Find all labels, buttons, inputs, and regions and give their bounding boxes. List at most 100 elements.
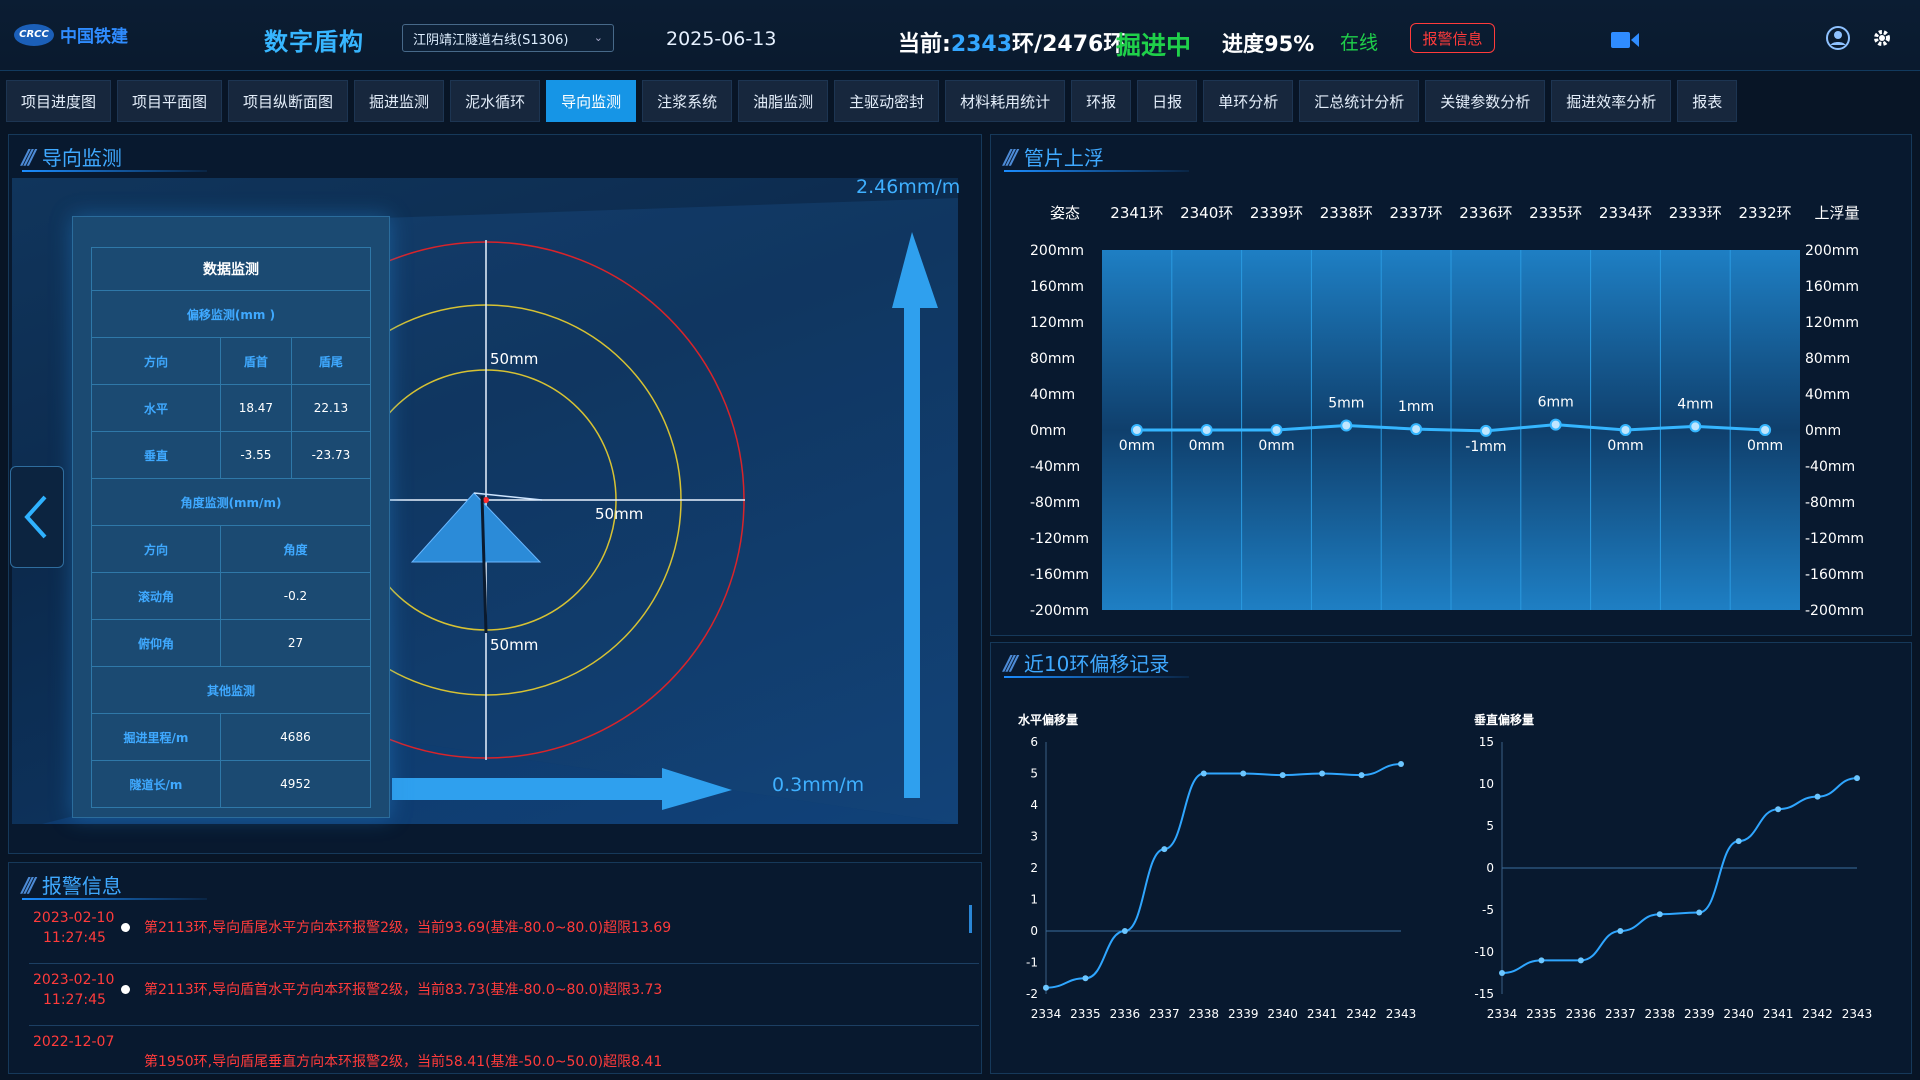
x-tick-label: 2342 xyxy=(1802,1007,1833,1021)
y-tick-label-left: 80mm xyxy=(1030,351,1075,367)
float-data-label: 0mm xyxy=(1258,438,1294,454)
app-title: 数字盾构 xyxy=(264,28,364,56)
x-tick-label: 2337 xyxy=(1149,1007,1180,1021)
y-tick-label: 6 xyxy=(1030,735,1038,749)
project-select[interactable]: 江阴靖江隧道右线(S1306) ⌄ xyxy=(402,24,614,52)
float-data-point xyxy=(1200,424,1213,436)
current-ring: 2343 xyxy=(950,32,1013,57)
y-tick-label: 5 xyxy=(1030,767,1038,781)
tab-item[interactable]: 关键参数分析 xyxy=(1425,80,1546,122)
video-camera-icon[interactable] xyxy=(1610,30,1640,50)
tab-item[interactable]: 汇总统计分析 xyxy=(1299,80,1420,122)
ring-label-right: 50mm xyxy=(595,505,644,523)
tab-item[interactable]: 泥水循环 xyxy=(450,80,541,122)
y-tick-label-left: 160mm xyxy=(1030,279,1084,295)
title-underline xyxy=(22,170,207,172)
y-tick-label-right: 0mm xyxy=(1805,423,1841,439)
tunnel-length-label: 隧道长/m xyxy=(91,760,221,808)
y-tick-label: 4 xyxy=(1030,798,1038,812)
alarm-scrollbar[interactable] xyxy=(969,905,972,933)
title-decoration-icon: /// xyxy=(1004,650,1018,675)
y-tick-label: 2 xyxy=(1030,861,1038,875)
ring-header-label: 2340环 xyxy=(1180,204,1233,222)
tab-item[interactable]: 掘进监测 xyxy=(354,80,445,122)
tab-item[interactable]: 项目纵断面图 xyxy=(228,80,349,122)
progress-text: 进度95% xyxy=(1222,32,1315,56)
title-underline xyxy=(1004,170,1189,172)
tab-item[interactable]: 导向监测 xyxy=(546,80,637,122)
col-shield-tail: 盾尾 xyxy=(290,337,372,385)
gear-icon[interactable] xyxy=(1872,28,1892,48)
float-data-point xyxy=(1759,424,1772,436)
x-tick-label: 2341 xyxy=(1763,1007,1794,1021)
float-data-label: 0mm xyxy=(1189,438,1225,454)
alarm-item[interactable]: 2023-02-10 11:27:45 第2113环,导向盾首水平方向本环报警2… xyxy=(29,971,981,1021)
roll-angle-value: -0.2 xyxy=(219,572,372,620)
offset-panel-title: 近10环偏移记录 xyxy=(1023,652,1170,676)
horizontal-head-value: 18.47 xyxy=(219,384,292,432)
y-tick-label-right: -40mm xyxy=(1805,459,1855,475)
x-tick-label: 2342 xyxy=(1346,1007,1377,1021)
ring-status: 当前:2343环/2476环 xyxy=(898,26,1125,58)
alarm-info-button[interactable]: 报警信息 xyxy=(1410,23,1495,53)
tab-item[interactable]: 主驱动密封 xyxy=(834,80,940,122)
vertical-head-value: -3.55 xyxy=(219,431,292,479)
title-underline xyxy=(22,898,207,900)
x-tick-label: 2337 xyxy=(1605,1007,1636,1021)
y-tick-label-left: -80mm xyxy=(1030,495,1080,511)
alarm-item[interactable]: 2022-12-07 第1950环,导向盾尾垂直方向本环报警2级，当前58.41… xyxy=(29,1033,981,1073)
float-data-label: 1mm xyxy=(1398,399,1434,415)
tab-item[interactable]: 报表 xyxy=(1677,80,1738,122)
y-tick-label: -1 xyxy=(1026,956,1038,970)
offset-series-line xyxy=(1045,763,1402,989)
offset-series-line xyxy=(1501,777,1858,974)
x-tick-label: 2340 xyxy=(1267,1007,1298,1021)
header-float: 上浮量 xyxy=(1814,204,1859,222)
tab-item[interactable]: 单环分析 xyxy=(1203,80,1294,122)
y-tick-label: -10 xyxy=(1474,945,1494,959)
collapse-left-button[interactable] xyxy=(10,466,64,568)
ring-header-label: 2333环 xyxy=(1669,204,1722,222)
y-tick-label-right: -80mm xyxy=(1805,495,1855,511)
title-decoration-icon: /// xyxy=(22,872,36,897)
offset-data-point xyxy=(1043,984,1049,991)
tab-item[interactable]: 环报 xyxy=(1071,80,1132,122)
tab-item[interactable]: 掘进效率分析 xyxy=(1551,80,1672,122)
y-tick-label-right: 40mm xyxy=(1805,387,1850,403)
company-name: 中国铁建 xyxy=(60,27,128,47)
offset-data-point xyxy=(1082,975,1089,982)
guide-panel-header: /// 导向监测 xyxy=(22,142,207,172)
mileage-value: 4686 xyxy=(219,713,372,761)
tab-item[interactable]: 油脂监测 xyxy=(738,80,829,122)
tab-item[interactable]: 注浆系统 xyxy=(642,80,733,122)
x-tick-label: 2339 xyxy=(1684,1007,1715,1021)
top-header: CRCC 中国铁建 数字盾构 江阴靖江隧道右线(S1306) ⌄ 2025-06… xyxy=(0,0,1920,71)
user-avatar-icon[interactable] xyxy=(1826,26,1850,50)
tab-item[interactable]: 材料耗用统计 xyxy=(945,80,1066,122)
float-panel-title: 管片上浮 xyxy=(1023,146,1104,170)
ring-header-label: 2341环 xyxy=(1110,204,1163,222)
y-tick-label-left: -40mm xyxy=(1030,459,1080,475)
horizontal-tail-value: 22.13 xyxy=(290,384,372,432)
y-tick-label: -5 xyxy=(1482,903,1494,917)
tab-item[interactable]: 日报 xyxy=(1137,80,1198,122)
ring-label-bottom: 50mm xyxy=(490,636,539,654)
roll-angle-label: 滚动角 xyxy=(91,572,221,620)
y-tick-label-left: 0mm xyxy=(1030,423,1066,439)
x-tick-label: 2338 xyxy=(1645,1007,1676,1021)
tab-item[interactable]: 项目进度图 xyxy=(6,80,112,122)
alarm-item[interactable]: 2023-02-10 11:27:45 第2113环,导向盾尾水平方向本环报警2… xyxy=(29,909,981,959)
alarm-panel: 2023-02-10 11:27:45 第2113环,导向盾尾水平方向本环报警2… xyxy=(8,862,982,1074)
nav-tabs: 项目进度图 项目平面图 项目纵断面图 掘进监测 泥水循环 导向监测 注浆系统 油脂监测 主驱动密… xyxy=(6,80,1738,122)
float-panel-header: /// 管片上浮 xyxy=(1004,142,1189,172)
y-tick-label: 0 xyxy=(1486,861,1494,875)
tab-item[interactable]: 项目平面图 xyxy=(117,80,223,122)
x-tick-label: 2338 xyxy=(1189,1007,1220,1021)
x-tick-label: 2339 xyxy=(1228,1007,1259,1021)
angle-section-label: 角度监测(mm/m) xyxy=(91,478,371,526)
ring-header-label: 2332环 xyxy=(1739,204,1792,222)
float-data-point xyxy=(1619,424,1632,436)
y-tick-label-right: -160mm xyxy=(1805,567,1864,583)
chevron-down-icon: ⌄ xyxy=(593,31,603,44)
alarm-message: 第1950环,导向盾尾垂直方向本环报警2级，当前58.41(基准-50.0~50… xyxy=(144,1054,663,1070)
